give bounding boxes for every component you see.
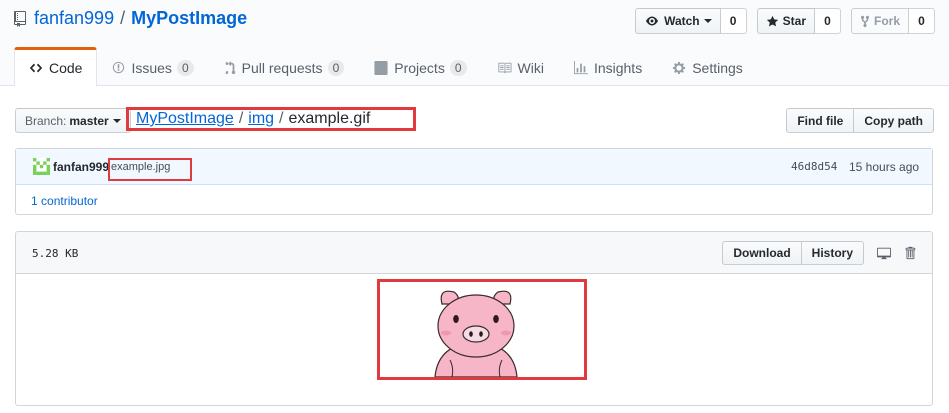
repo-owner-link[interactable]: fanfan999: [34, 8, 114, 29]
eye-icon: [646, 16, 659, 26]
repo-nav: Code Issues 0 Pull requests 0 Projects 0…: [14, 47, 758, 87]
desktop-icon[interactable]: [876, 246, 892, 260]
commit-message-link[interactable]: example.jpg: [108, 158, 192, 181]
fork-label: Fork: [873, 14, 900, 28]
tab-code-label: Code: [49, 60, 83, 76]
project-icon: [374, 60, 388, 75]
tab-wiki[interactable]: Wiki: [482, 47, 559, 86]
book-icon: [497, 62, 512, 73]
projects-count: 0: [449, 59, 467, 76]
repo-title: fanfan999 / MyPostImage: [14, 8, 247, 29]
tab-wiki-label: Wiki: [517, 59, 544, 76]
fork-count[interactable]: 0: [909, 8, 935, 34]
branch-label: Branch:: [25, 113, 67, 128]
repo-actions: Watch 0 Star 0 Fork 0: [625, 8, 935, 34]
commit-sha-link[interactable]: 46d8d54: [791, 160, 837, 173]
tab-settings[interactable]: Settings: [657, 47, 758, 86]
tab-projects-label: Projects: [394, 59, 445, 76]
watch-count[interactable]: 0: [720, 8, 747, 34]
branch-value: master: [69, 113, 109, 128]
breadcrumb-root-link[interactable]: MyPostImage: [136, 110, 234, 128]
copy-path-button[interactable]: Copy path: [854, 108, 934, 133]
commit-author-link[interactable]: fanfan999: [53, 160, 109, 174]
avatar[interactable]: [33, 158, 50, 175]
code-icon: [29, 63, 43, 73]
image-preview-area: [16, 274, 932, 405]
file-size: 5.28 KB: [32, 247, 79, 260]
star-group: Star 0: [756, 8, 841, 34]
commit-box: fanfan999 example.jpg 46d8d54 15 hours a…: [15, 148, 933, 215]
pull-request-icon: [225, 60, 235, 74]
watch-group: Watch 0: [635, 8, 747, 34]
branch-select-button[interactable]: Branch: master: [15, 108, 131, 133]
fork-icon: [860, 15, 870, 27]
tab-pull-requests[interactable]: Pull requests 0: [209, 47, 360, 86]
contributors-label: contributor: [41, 194, 98, 208]
tab-issues-label: Issues: [131, 59, 172, 76]
history-button[interactable]: History: [801, 241, 864, 265]
watch-label: Watch: [664, 14, 700, 28]
contributors-count: 1: [31, 194, 38, 208]
repo-header: fanfan999 / MyPostImage Watch 0 Star 0 F…: [0, 0, 949, 87]
breadcrumb-separator: /: [279, 110, 284, 127]
contributors-link[interactable]: 1 contributor: [16, 185, 932, 217]
tab-issues[interactable]: Issues 0: [97, 47, 208, 86]
pig-image: [434, 290, 518, 377]
star-count[interactable]: 0: [814, 8, 841, 34]
file-header: 5.28 KB Download History: [16, 232, 932, 274]
image-preview-frame: [377, 279, 587, 380]
tab-insights-label: Insights: [593, 59, 643, 76]
chevron-down-icon: [703, 19, 712, 23]
watch-button[interactable]: Watch: [635, 8, 721, 34]
commit-time: 15 hours ago: [849, 160, 920, 174]
tab-insights[interactable]: Insights: [559, 47, 657, 86]
tab-pull-requests-label: Pull requests: [241, 59, 323, 76]
find-file-button[interactable]: Find file: [786, 108, 855, 133]
file-nav-buttons: Find file Copy path: [786, 108, 934, 133]
commit-tease: fanfan999 example.jpg 46d8d54 15 hours a…: [16, 149, 932, 185]
issues-count: 0: [176, 59, 194, 76]
pull-requests-count: 0: [327, 59, 345, 76]
tab-code[interactable]: Code: [14, 47, 98, 87]
star-label: Star: [782, 14, 806, 28]
breadcrumb-folder-link[interactable]: img: [248, 110, 274, 128]
fork-button[interactable]: Fork: [850, 8, 909, 34]
repo-name-link[interactable]: MyPostImage: [131, 8, 247, 29]
file-actions: Download History: [722, 241, 916, 265]
graph-icon: [573, 60, 588, 74]
fork-group: Fork 0: [850, 8, 935, 34]
breadcrumb-separator: /: [238, 110, 244, 127]
chevron-down-icon: [112, 118, 121, 123]
file-box: 5.28 KB Download History: [15, 231, 933, 406]
gear-icon: [673, 61, 686, 74]
star-button[interactable]: Star: [756, 8, 815, 34]
issue-icon: [113, 61, 125, 74]
repo-title-separator: /: [120, 8, 126, 28]
tab-projects[interactable]: Projects 0: [359, 47, 481, 86]
download-button[interactable]: Download: [722, 241, 802, 265]
repo-icon: [14, 10, 26, 27]
breadcrumb: MyPostImage / img / example.gif: [126, 107, 416, 131]
breadcrumb-file-name: example.gif: [288, 110, 371, 127]
tab-settings-label: Settings: [692, 59, 743, 76]
trash-icon[interactable]: [904, 246, 916, 260]
star-icon: [766, 15, 778, 26]
